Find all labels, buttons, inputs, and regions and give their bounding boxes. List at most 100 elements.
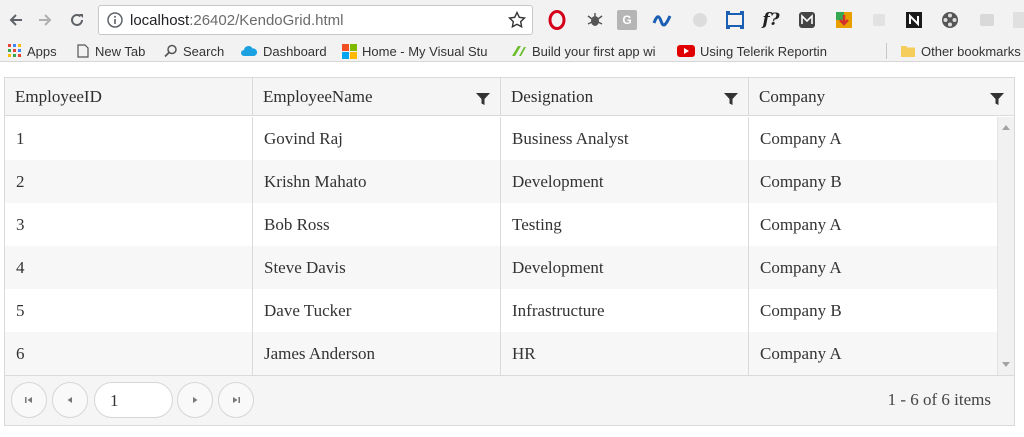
- cell-text: Company A: [760, 129, 842, 148]
- table-row[interactable]: 4 Steve Davis Development Company A: [5, 246, 997, 289]
- bookmark-apps[interactable]: Apps: [8, 42, 57, 60]
- address-bar[interactable]: localhost:26402/KendoGrid.html: [98, 5, 533, 35]
- cell-employeeid: 2: [5, 160, 253, 203]
- column-header-label: Designation: [511, 87, 594, 106]
- cell-company: Company A: [749, 117, 997, 160]
- column-header-employeename[interactable]: EmployeeName: [253, 78, 501, 116]
- bookmark-telerik[interactable]: Using Telerik Reportin: [677, 42, 832, 60]
- cell-designation: Business Analyst: [501, 117, 749, 160]
- folder-icon: [901, 46, 915, 57]
- cloud-icon: [241, 46, 258, 56]
- bookmark-build[interactable]: Build your first app wi: [511, 42, 661, 60]
- bookmark-home[interactable]: Home - My Visual Stu: [342, 42, 494, 60]
- last-page-button[interactable]: [218, 382, 254, 418]
- cell-text: Company B: [760, 301, 842, 320]
- cell-text: Infrastructure: [512, 301, 605, 320]
- cell-text: Testing: [512, 215, 562, 234]
- cell-designation: Development: [501, 246, 749, 289]
- page-number-label: 1: [110, 391, 119, 410]
- bookmark-new-tab[interactable]: New Tab: [76, 42, 145, 60]
- next-page-button[interactable]: [177, 382, 213, 418]
- download-extension-icon[interactable]: [833, 9, 855, 31]
- cell-employeeid: 5: [5, 289, 253, 332]
- menu-extension-icon[interactable]: [1008, 9, 1024, 31]
- cell-text: 6: [16, 344, 25, 363]
- column-header-label: EmployeeName: [263, 87, 373, 106]
- grammar-extension-icon[interactable]: G: [617, 10, 637, 30]
- table-row[interactable]: 6 James Anderson HR Company A: [5, 332, 997, 375]
- function-extension-icon[interactable]: f?: [760, 9, 782, 31]
- table-row[interactable]: 1 Govind Raj Business Analyst Company A: [5, 117, 997, 160]
- cell-employeeid: 4: [5, 246, 253, 289]
- grid-header: EmployeeID EmployeeName Designation Comp…: [5, 78, 1014, 116]
- page-number-button[interactable]: 1: [94, 382, 173, 418]
- bookmark-star-icon[interactable]: [508, 11, 526, 29]
- cell-text: 4: [16, 258, 25, 277]
- filter-icon[interactable]: [989, 91, 1005, 107]
- apps-grid-icon: [8, 44, 21, 57]
- windows-logo-icon: [342, 43, 357, 59]
- film-extension-icon[interactable]: [939, 9, 961, 31]
- cell-text: 2: [16, 172, 25, 191]
- pager-info: 1 - 6 of 6 items: [887, 390, 991, 409]
- column-header-label: EmployeeID: [15, 87, 102, 106]
- vertical-scrollbar[interactable]: [997, 117, 1014, 375]
- table-row[interactable]: 3 Bob Ross Testing Company A: [5, 203, 997, 246]
- site-info-icon[interactable]: [107, 12, 123, 28]
- bug-extension-icon[interactable]: [584, 9, 606, 31]
- reload-icon[interactable]: [63, 6, 91, 34]
- notes-extension-icon[interactable]: [903, 9, 925, 31]
- cell-designation: Testing: [501, 203, 749, 246]
- first-page-button[interactable]: [11, 382, 47, 418]
- opera-extension-icon[interactable]: [546, 9, 568, 31]
- mail-extension-icon[interactable]: [796, 9, 818, 31]
- bookmark-search[interactable]: Search: [164, 42, 224, 60]
- bookmark-telerik-label: Using Telerik Reportin: [700, 43, 827, 59]
- cell-company: Company A: [749, 203, 997, 246]
- cell-text: Development: [512, 258, 604, 277]
- table-row[interactable]: 2 Krishn Mahato Development Company B: [5, 160, 997, 203]
- forward-arrow-icon[interactable]: [31, 6, 59, 34]
- cell-text: Company A: [760, 258, 842, 277]
- cell-designation: HR: [501, 332, 749, 375]
- scroll-up-arrow-icon[interactable]: [1002, 125, 1010, 130]
- cell-employeename: Krishn Mahato: [253, 160, 501, 203]
- column-header-employeeid[interactable]: EmployeeID: [5, 78, 253, 116]
- cell-company: Company A: [749, 246, 997, 289]
- cell-text: Business Analyst: [512, 129, 629, 148]
- cell-text: James Anderson: [264, 344, 375, 363]
- filter-icon[interactable]: [723, 91, 739, 107]
- cell-designation: Infrastructure: [501, 289, 749, 332]
- scroll-down-arrow-icon[interactable]: [1002, 362, 1010, 367]
- bookmark-other[interactable]: Other bookmarks: [900, 42, 1024, 60]
- page-icon: [77, 44, 89, 58]
- bookmark-dashboard[interactable]: Dashboard: [240, 42, 327, 60]
- screenshot-extension-icon[interactable]: [724, 9, 746, 31]
- cell-text: 5: [16, 301, 25, 320]
- browser-toolbar: localhost:26402/KendoGrid.html G f?: [0, 0, 1024, 40]
- previous-page-button[interactable]: [52, 382, 88, 418]
- wave-extension-icon[interactable]: [651, 9, 673, 31]
- window-extension-icon[interactable]: [976, 9, 998, 31]
- puzzle-extension-icon[interactable]: [868, 9, 890, 31]
- xamarin-icon: [512, 46, 526, 56]
- url-path: :26402/KendoGrid.html: [189, 12, 344, 29]
- first-page-icon: [25, 397, 32, 403]
- cell-text: Company A: [760, 344, 842, 363]
- cell-employeename: Bob Ross: [253, 203, 501, 246]
- previous-page-icon: [67, 397, 72, 403]
- column-header-designation[interactable]: Designation: [501, 78, 749, 116]
- column-header-company[interactable]: Company: [749, 78, 1014, 116]
- cell-employeeid: 6: [5, 332, 253, 375]
- back-arrow-icon[interactable]: [2, 6, 30, 34]
- cell-employeename: Steve Davis: [253, 246, 501, 289]
- cell-employeeid: 3: [5, 203, 253, 246]
- bookmark-dashboard-label: Dashboard: [263, 43, 327, 59]
- filter-icon[interactable]: [475, 91, 491, 107]
- cell-text: Company B: [760, 172, 842, 191]
- cell-text: HR: [512, 344, 536, 363]
- table-row[interactable]: 5 Dave Tucker Infrastructure Company B: [5, 289, 997, 332]
- disabled-extension-icon[interactable]: [689, 9, 711, 31]
- cell-text: Govind Raj: [264, 129, 343, 148]
- bookmarks-divider: [886, 43, 887, 59]
